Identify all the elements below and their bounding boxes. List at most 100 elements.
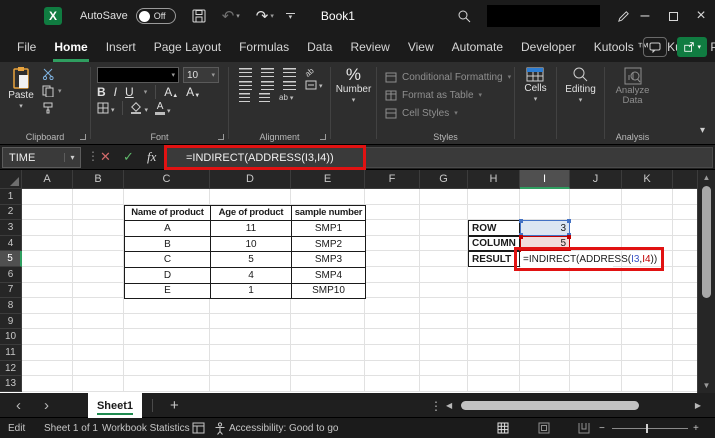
cell-I4-column-value[interactable]: 5 xyxy=(519,234,571,253)
cell-F1[interactable] xyxy=(365,189,420,205)
paste-button[interactable]: Paste ▾ xyxy=(0,66,42,129)
cell-I7[interactable] xyxy=(520,282,570,299)
horizontal-scrollbar-track[interactable] xyxy=(459,400,688,411)
table-cell[interactable]: SMP4 xyxy=(292,268,366,284)
ribbon-tab-review[interactable]: Review xyxy=(341,32,398,62)
decrease-indent-button[interactable] xyxy=(239,93,250,102)
cell-J2[interactable] xyxy=(570,204,622,221)
row-header-3[interactable]: 3 xyxy=(0,220,22,236)
cell-I6[interactable] xyxy=(520,267,570,283)
cell-H3-row-label[interactable]: ROW xyxy=(468,220,520,236)
cell-F10[interactable] xyxy=(365,329,420,346)
row-header-9[interactable]: 9 xyxy=(0,313,22,330)
search-button[interactable] xyxy=(457,9,471,23)
row-header-6[interactable]: 6 xyxy=(0,267,22,283)
save-button[interactable] xyxy=(192,9,206,23)
cell-partial[interactable] xyxy=(673,329,697,346)
ribbon-tab-view[interactable]: View xyxy=(399,32,443,62)
cell-J6[interactable] xyxy=(570,267,622,283)
cell-J13[interactable] xyxy=(570,376,622,392)
column-header-I[interactable]: I xyxy=(520,170,570,189)
align-right-button[interactable] xyxy=(283,80,296,90)
cell-partial[interactable] xyxy=(673,282,697,299)
formula-input[interactable]: =INDIRECT(ADDRESS(I3,I4)) xyxy=(166,147,713,168)
cell-D11[interactable] xyxy=(210,345,291,361)
ribbon-tab-developer[interactable]: Developer xyxy=(512,32,585,62)
row-header-5[interactable]: 5 xyxy=(0,251,22,268)
undo-button[interactable]: ↶ ▾ xyxy=(222,9,240,24)
cell-K8[interactable] xyxy=(622,298,673,314)
formula-bar-grip[interactable]: ⋮ xyxy=(87,149,99,163)
cell-I11[interactable] xyxy=(520,345,570,361)
cell-I1[interactable] xyxy=(520,189,570,205)
cell-C1[interactable] xyxy=(124,189,210,205)
editing-button[interactable]: Editing ▾ xyxy=(565,66,596,144)
cell-G12[interactable] xyxy=(420,360,468,377)
cell-E9[interactable] xyxy=(291,313,365,330)
cell-G6[interactable] xyxy=(420,267,468,283)
cell-A6[interactable] xyxy=(22,267,73,283)
column-header-A[interactable]: A xyxy=(22,170,73,189)
workbook-statistics-icon[interactable] xyxy=(192,418,205,438)
table-cell[interactable]: SMP1 xyxy=(292,221,366,237)
cell-A13[interactable] xyxy=(22,376,73,392)
grow-font-button[interactable]: A ▲ xyxy=(164,85,178,99)
dialog-launcher-icon[interactable] xyxy=(80,134,86,140)
conditional-formatting-button[interactable]: Conditional Formatting ▾ xyxy=(377,68,514,86)
cell-E8[interactable] xyxy=(291,298,365,314)
column-header-J[interactable]: J xyxy=(570,170,622,189)
cell-J10[interactable] xyxy=(570,329,622,346)
table-cell[interactable]: C xyxy=(125,252,211,269)
cell-A7[interactable] xyxy=(22,282,73,299)
row-header-7[interactable]: 7 xyxy=(0,282,22,299)
dialog-launcher-icon[interactable] xyxy=(218,134,224,140)
cell-A4[interactable] xyxy=(22,235,73,252)
row-header-2[interactable]: 2 xyxy=(0,204,22,221)
cell-C12[interactable] xyxy=(124,360,210,377)
redo-button[interactable]: ↷ ▾ xyxy=(256,9,274,24)
font-color-button[interactable]: A ▾ xyxy=(155,101,171,115)
cell-F12[interactable] xyxy=(365,360,420,377)
cell-J4[interactable] xyxy=(570,235,622,252)
cell-J8[interactable] xyxy=(570,298,622,314)
cell-partial[interactable] xyxy=(673,345,697,361)
cell-G8[interactable] xyxy=(420,298,468,314)
accessibility-icon[interactable] xyxy=(214,418,226,438)
table-cell[interactable]: E xyxy=(125,283,211,300)
cell-K12[interactable] xyxy=(622,360,673,377)
column-header-K[interactable]: K xyxy=(622,170,673,189)
cell-I12[interactable] xyxy=(520,360,570,377)
format-as-table-button[interactable]: Format as Table ▾ xyxy=(377,86,514,104)
cell-F2[interactable] xyxy=(365,204,420,221)
cell-B8[interactable] xyxy=(73,298,124,314)
cell-A11[interactable] xyxy=(22,345,73,361)
scroll-down-icon[interactable]: ▼ xyxy=(698,381,715,390)
table-cell[interactable]: D xyxy=(125,268,211,284)
name-box[interactable]: TIME ▾ xyxy=(2,147,81,168)
column-header-H[interactable]: H xyxy=(468,170,520,189)
enter-icon[interactable]: ✓ xyxy=(123,149,134,165)
dialog-launcher-icon[interactable] xyxy=(320,134,326,140)
cell-partial[interactable] xyxy=(673,220,697,236)
cell-H13[interactable] xyxy=(468,376,520,392)
cell-K6[interactable] xyxy=(622,267,673,283)
align-left-button[interactable] xyxy=(239,80,252,90)
column-header-E[interactable]: E xyxy=(291,170,365,189)
cell-I2[interactable] xyxy=(520,204,570,221)
cell-styles-button[interactable]: Cell Styles ▾ xyxy=(377,104,514,122)
insert-function-button[interactable]: fx xyxy=(147,149,156,165)
ribbon-tab-page-layout[interactable]: Page Layout xyxy=(145,32,230,62)
cell-G13[interactable] xyxy=(420,376,468,392)
cell-B5[interactable] xyxy=(73,251,124,268)
cell-B9[interactable] xyxy=(73,313,124,330)
cell-B13[interactable] xyxy=(73,376,124,392)
vertical-scrollbar[interactable]: ▲ ▼ xyxy=(697,170,715,393)
table-header-cell[interactable]: sample number xyxy=(292,205,366,222)
table-cell[interactable]: 4 xyxy=(211,268,292,284)
cell-H2[interactable] xyxy=(468,204,520,221)
bold-button[interactable]: B xyxy=(97,85,106,99)
scroll-right-icon[interactable]: ▶ xyxy=(695,401,701,410)
column-header-C[interactable]: C xyxy=(124,170,210,189)
cell-partial[interactable] xyxy=(673,251,697,268)
cell-K10[interactable] xyxy=(622,329,673,346)
